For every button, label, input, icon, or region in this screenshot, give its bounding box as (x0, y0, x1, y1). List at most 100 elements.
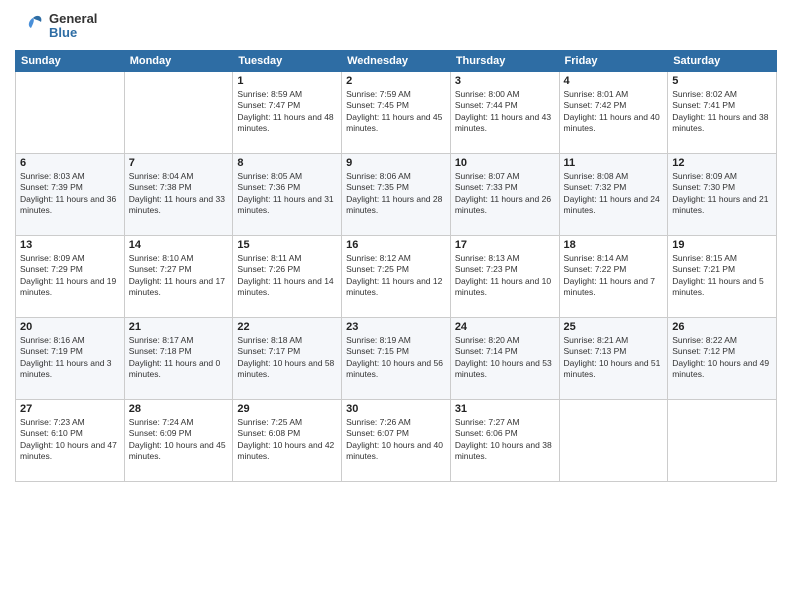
calendar-cell: 31 Sunrise: 7:27 AM Sunset: 6:06 PM Dayl… (450, 400, 559, 482)
day-info: Sunrise: 8:10 AM Sunset: 7:27 PM Dayligh… (129, 253, 229, 299)
day-number: 24 (455, 321, 555, 333)
day-info: Sunrise: 8:59 AM Sunset: 7:47 PM Dayligh… (237, 89, 337, 135)
day-info: Sunrise: 8:17 AM Sunset: 7:18 PM Dayligh… (129, 335, 229, 381)
calendar-cell: 19 Sunrise: 8:15 AM Sunset: 7:21 PM Dayl… (668, 236, 777, 318)
calendar-cell (559, 400, 668, 482)
calendar-cell: 28 Sunrise: 7:24 AM Sunset: 6:09 PM Dayl… (124, 400, 233, 482)
day-info: Sunrise: 8:12 AM Sunset: 7:25 PM Dayligh… (346, 253, 446, 299)
calendar-cell (668, 400, 777, 482)
day-info: Sunrise: 7:24 AM Sunset: 6:09 PM Dayligh… (129, 417, 229, 463)
calendar-cell (124, 72, 233, 154)
calendar-cell: 6 Sunrise: 8:03 AM Sunset: 7:39 PM Dayli… (16, 154, 125, 236)
calendar-cell: 9 Sunrise: 8:06 AM Sunset: 7:35 PM Dayli… (342, 154, 451, 236)
day-info: Sunrise: 7:27 AM Sunset: 6:06 PM Dayligh… (455, 417, 555, 463)
day-number: 7 (129, 157, 229, 169)
week-row-2: 6 Sunrise: 8:03 AM Sunset: 7:39 PM Dayli… (16, 154, 777, 236)
logo-general: General (49, 12, 97, 26)
day-info: Sunrise: 8:08 AM Sunset: 7:32 PM Dayligh… (564, 171, 664, 217)
day-number: 5 (672, 75, 772, 87)
day-info: Sunrise: 8:01 AM Sunset: 7:42 PM Dayligh… (564, 89, 664, 135)
calendar-cell: 27 Sunrise: 7:23 AM Sunset: 6:10 PM Dayl… (16, 400, 125, 482)
day-number: 23 (346, 321, 446, 333)
logo-bird-icon (15, 10, 47, 42)
logo-text: General Blue (15, 10, 97, 42)
calendar-cell: 3 Sunrise: 8:00 AM Sunset: 7:44 PM Dayli… (450, 72, 559, 154)
calendar-cell: 25 Sunrise: 8:21 AM Sunset: 7:13 PM Dayl… (559, 318, 668, 400)
calendar-cell: 2 Sunrise: 7:59 AM Sunset: 7:45 PM Dayli… (342, 72, 451, 154)
calendar-cell: 8 Sunrise: 8:05 AM Sunset: 7:36 PM Dayli… (233, 154, 342, 236)
page-header: General Blue (15, 10, 777, 42)
header-saturday: Saturday (668, 51, 777, 72)
calendar-header-row: SundayMondayTuesdayWednesdayThursdayFrid… (16, 51, 777, 72)
day-number: 3 (455, 75, 555, 87)
day-number: 14 (129, 239, 229, 251)
day-number: 15 (237, 239, 337, 251)
day-number: 27 (20, 403, 120, 415)
header-wednesday: Wednesday (342, 51, 451, 72)
day-info: Sunrise: 8:09 AM Sunset: 7:29 PM Dayligh… (20, 253, 120, 299)
day-number: 8 (237, 157, 337, 169)
header-friday: Friday (559, 51, 668, 72)
day-number: 20 (20, 321, 120, 333)
day-number: 9 (346, 157, 446, 169)
day-info: Sunrise: 8:15 AM Sunset: 7:21 PM Dayligh… (672, 253, 772, 299)
calendar-cell: 12 Sunrise: 8:09 AM Sunset: 7:30 PM Dayl… (668, 154, 777, 236)
calendar-cell: 13 Sunrise: 8:09 AM Sunset: 7:29 PM Dayl… (16, 236, 125, 318)
day-info: Sunrise: 8:19 AM Sunset: 7:15 PM Dayligh… (346, 335, 446, 381)
day-number: 16 (346, 239, 446, 251)
day-info: Sunrise: 7:23 AM Sunset: 6:10 PM Dayligh… (20, 417, 120, 463)
day-number: 17 (455, 239, 555, 251)
day-info: Sunrise: 8:02 AM Sunset: 7:41 PM Dayligh… (672, 89, 772, 135)
day-number: 21 (129, 321, 229, 333)
day-info: Sunrise: 8:05 AM Sunset: 7:36 PM Dayligh… (237, 171, 337, 217)
calendar-cell (16, 72, 125, 154)
day-number: 25 (564, 321, 664, 333)
calendar-cell: 26 Sunrise: 8:22 AM Sunset: 7:12 PM Dayl… (668, 318, 777, 400)
day-number: 30 (346, 403, 446, 415)
calendar-cell: 11 Sunrise: 8:08 AM Sunset: 7:32 PM Dayl… (559, 154, 668, 236)
day-number: 28 (129, 403, 229, 415)
logo: General Blue (15, 10, 97, 42)
calendar-cell: 15 Sunrise: 8:11 AM Sunset: 7:26 PM Dayl… (233, 236, 342, 318)
header-sunday: Sunday (16, 51, 125, 72)
day-info: Sunrise: 8:11 AM Sunset: 7:26 PM Dayligh… (237, 253, 337, 299)
day-number: 22 (237, 321, 337, 333)
calendar-cell: 30 Sunrise: 7:26 AM Sunset: 6:07 PM Dayl… (342, 400, 451, 482)
week-row-1: 1 Sunrise: 8:59 AM Sunset: 7:47 PM Dayli… (16, 72, 777, 154)
calendar-cell: 21 Sunrise: 8:17 AM Sunset: 7:18 PM Dayl… (124, 318, 233, 400)
calendar-cell: 20 Sunrise: 8:16 AM Sunset: 7:19 PM Dayl… (16, 318, 125, 400)
day-info: Sunrise: 8:04 AM Sunset: 7:38 PM Dayligh… (129, 171, 229, 217)
day-info: Sunrise: 8:13 AM Sunset: 7:23 PM Dayligh… (455, 253, 555, 299)
day-number: 13 (20, 239, 120, 251)
calendar-cell: 4 Sunrise: 8:01 AM Sunset: 7:42 PM Dayli… (559, 72, 668, 154)
day-number: 1 (237, 75, 337, 87)
day-info: Sunrise: 8:20 AM Sunset: 7:14 PM Dayligh… (455, 335, 555, 381)
day-info: Sunrise: 8:18 AM Sunset: 7:17 PM Dayligh… (237, 335, 337, 381)
day-info: Sunrise: 8:16 AM Sunset: 7:19 PM Dayligh… (20, 335, 120, 381)
calendar-cell: 17 Sunrise: 8:13 AM Sunset: 7:23 PM Dayl… (450, 236, 559, 318)
header-thursday: Thursday (450, 51, 559, 72)
day-number: 11 (564, 157, 664, 169)
week-row-3: 13 Sunrise: 8:09 AM Sunset: 7:29 PM Dayl… (16, 236, 777, 318)
day-info: Sunrise: 8:14 AM Sunset: 7:22 PM Dayligh… (564, 253, 664, 299)
day-number: 31 (455, 403, 555, 415)
calendar: SundayMondayTuesdayWednesdayThursdayFrid… (15, 50, 777, 482)
calendar-cell: 7 Sunrise: 8:04 AM Sunset: 7:38 PM Dayli… (124, 154, 233, 236)
day-info: Sunrise: 8:22 AM Sunset: 7:12 PM Dayligh… (672, 335, 772, 381)
day-info: Sunrise: 8:03 AM Sunset: 7:39 PM Dayligh… (20, 171, 120, 217)
day-info: Sunrise: 7:26 AM Sunset: 6:07 PM Dayligh… (346, 417, 446, 463)
week-row-5: 27 Sunrise: 7:23 AM Sunset: 6:10 PM Dayl… (16, 400, 777, 482)
day-info: Sunrise: 8:06 AM Sunset: 7:35 PM Dayligh… (346, 171, 446, 217)
day-number: 4 (564, 75, 664, 87)
calendar-cell: 5 Sunrise: 8:02 AM Sunset: 7:41 PM Dayli… (668, 72, 777, 154)
day-info: Sunrise: 8:09 AM Sunset: 7:30 PM Dayligh… (672, 171, 772, 217)
calendar-cell: 24 Sunrise: 8:20 AM Sunset: 7:14 PM Dayl… (450, 318, 559, 400)
calendar-cell: 22 Sunrise: 8:18 AM Sunset: 7:17 PM Dayl… (233, 318, 342, 400)
day-number: 18 (564, 239, 664, 251)
calendar-cell: 10 Sunrise: 8:07 AM Sunset: 7:33 PM Dayl… (450, 154, 559, 236)
day-number: 12 (672, 157, 772, 169)
calendar-cell: 18 Sunrise: 8:14 AM Sunset: 7:22 PM Dayl… (559, 236, 668, 318)
day-number: 10 (455, 157, 555, 169)
day-info: Sunrise: 7:59 AM Sunset: 7:45 PM Dayligh… (346, 89, 446, 135)
calendar-cell: 1 Sunrise: 8:59 AM Sunset: 7:47 PM Dayli… (233, 72, 342, 154)
